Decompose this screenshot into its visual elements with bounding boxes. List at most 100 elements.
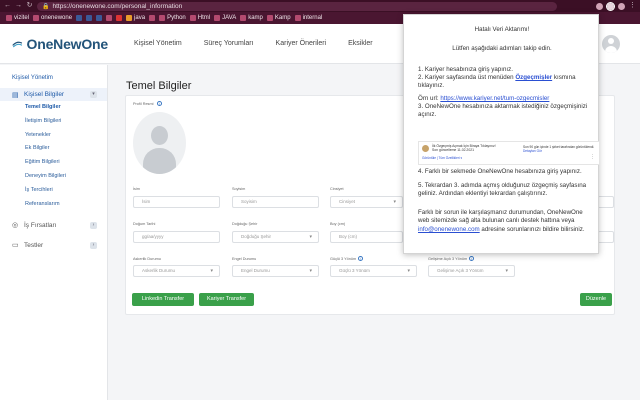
bookmark[interactable]: Python bbox=[159, 15, 186, 21]
weakness3-select[interactable]: Gelişime Açık 3 Yönüm bbox=[428, 265, 515, 277]
disability-label: Engel Durumu bbox=[232, 257, 257, 261]
sidebar-group-testler[interactable]: ▭ Testler › bbox=[0, 239, 107, 251]
photo-label: Profil Resmi bbox=[133, 102, 154, 106]
height-label: Boy (cm) bbox=[330, 222, 346, 226]
popup-step-5: 5. Tekrardan 3. adımda açmış olduğunuz ö… bbox=[418, 182, 587, 198]
back-icon[interactable]: ← bbox=[4, 2, 11, 10]
onenewone-extension-icon[interactable] bbox=[606, 1, 615, 11]
facebook-icon bbox=[86, 15, 93, 21]
height-field[interactable]: Boy (cm) bbox=[330, 231, 403, 243]
bookmark-icon bbox=[33, 15, 40, 21]
surname-field[interactable]: Soyisim bbox=[232, 196, 319, 208]
info-icon[interactable]: i bbox=[157, 101, 162, 106]
popup-step-3: 3. OneNewOne hesabınıza aktarmak istediğ… bbox=[418, 103, 588, 119]
disability-select[interactable]: Engel Durumu bbox=[232, 265, 319, 277]
sidebar-item-egitim-bilgileri[interactable]: Eğitim Bilgileri bbox=[0, 156, 107, 170]
military-select[interactable]: Askerlik Durumu bbox=[133, 265, 220, 277]
popup-step-4: 4. Farklı bir sekmede OneNewOne hesabını… bbox=[418, 168, 582, 175]
sidebar-group-is-firsatlari[interactable]: ◎ İş Fırsatları › bbox=[0, 219, 107, 231]
sidebar-item-temel-bilgiler[interactable]: Temel Bilgiler bbox=[0, 101, 107, 115]
bookmark[interactable] bbox=[96, 15, 103, 21]
logo[interactable]: OneNewOne bbox=[0, 36, 108, 52]
chevron-right-icon: › bbox=[90, 241, 97, 249]
folder-icon bbox=[294, 15, 301, 21]
bookmark[interactable]: internal bbox=[294, 15, 322, 21]
sidebar-item-ek-bilgiler[interactable]: Ek Bilgiler bbox=[0, 142, 107, 156]
id-card-icon: ▤ bbox=[12, 91, 19, 99]
bookmark[interactable] bbox=[86, 15, 93, 21]
sidebar-group-kisisel-bilgiler[interactable]: ▤ Kişisel Bilgiler ▾ bbox=[0, 88, 107, 101]
bookmark[interactable]: onenewone bbox=[33, 15, 72, 21]
support-email-link[interactable]: info@onenewone.com bbox=[418, 226, 480, 233]
thumb-links: Görüntüle | Tüm Özellikleri ▾ bbox=[422, 156, 463, 160]
reload-icon[interactable]: ↻ bbox=[26, 2, 33, 10]
sidebar-item-yetenekler[interactable]: Yetenekler bbox=[0, 129, 107, 143]
page-title: Temel Bilgiler bbox=[126, 80, 192, 92]
folder-icon bbox=[266, 15, 273, 21]
bookmark[interactable] bbox=[76, 15, 83, 21]
linkedin-transfer-button[interactable]: Linkedin Transfer bbox=[132, 293, 194, 306]
extension-icon[interactable] bbox=[596, 2, 603, 10]
field-edge bbox=[598, 196, 614, 208]
bookmark[interactable]: Html bbox=[189, 15, 210, 21]
example-url-link[interactable]: https://www.kariyer.net/tum-ozgecmisler bbox=[440, 95, 549, 102]
kariyer-transfer-button[interactable]: Kariyer Transfer bbox=[199, 293, 254, 306]
address-bar[interactable]: 🔒 https://onenewone.com/personal_informa… bbox=[37, 1, 557, 11]
extension-popup: Hatalı Veri Aktarımı! Lütfen aşağıdaki a… bbox=[403, 14, 600, 254]
strength3-select[interactable]: Güçlü 3 Yönüm bbox=[330, 265, 417, 277]
bookmark[interactable]: java bbox=[126, 15, 145, 21]
nav-kisisel-yonetim[interactable]: Kişisel Yönetim bbox=[134, 40, 182, 47]
avatar[interactable] bbox=[602, 35, 620, 53]
instagram-icon bbox=[106, 15, 113, 21]
nav-kariyer-onerileri[interactable]: Kariyer Önerileri bbox=[276, 40, 327, 47]
main-nav: Kişisel Yönetim Süreç Yorumları Kariyer … bbox=[108, 40, 373, 47]
youtube-icon bbox=[116, 15, 123, 21]
thumb-right: Son 90 gün içinde 1 şirket tarafından gö… bbox=[523, 145, 595, 154]
birthplace-select[interactable]: Doğduğu Şehir bbox=[232, 231, 319, 243]
bookmark[interactable] bbox=[149, 15, 156, 21]
sidebar-item-iletisim-bilgileri[interactable]: İletişim Bilgileri bbox=[0, 115, 107, 129]
bookmark[interactable]: vizitel bbox=[6, 15, 29, 21]
bookmark[interactable] bbox=[106, 15, 113, 21]
folder-icon bbox=[126, 15, 133, 21]
military-label: Askerlik Durumu bbox=[133, 257, 161, 261]
ozgecmisler-link[interactable]: Özgeçmişler bbox=[515, 74, 552, 81]
edit-button[interactable]: Düzenle bbox=[580, 293, 612, 306]
nav-surec-yorumlari[interactable]: Süreç Yorumları bbox=[204, 40, 254, 47]
profile-icon[interactable] bbox=[618, 2, 625, 10]
gender-label: Cinsiyet bbox=[330, 187, 344, 191]
user-silhouette-icon bbox=[151, 126, 168, 145]
birthdate-field[interactable]: gg/aa/yyyy bbox=[133, 231, 220, 243]
name-label: İsim bbox=[133, 187, 140, 191]
gender-select[interactable]: Cinsiyet bbox=[330, 196, 403, 208]
bookmark[interactable]: JAVA bbox=[214, 15, 236, 21]
name-field[interactable]: İsim bbox=[133, 196, 220, 208]
bookmark[interactable] bbox=[116, 15, 123, 21]
sidebar: Kişisel Yönetim ▤ Kişisel Bilgiler ▾ Tem… bbox=[0, 65, 108, 400]
popup-step-2: 2. Kariyer sayfasında üst menüden Özgeçm… bbox=[418, 74, 576, 90]
nav-eksikler[interactable]: Eksikler bbox=[348, 40, 373, 47]
menu-icon[interactable]: ⋮ bbox=[629, 2, 636, 10]
info-icon[interactable]: i bbox=[469, 256, 474, 261]
url-text: https://onenewone.com/personal_informati… bbox=[52, 2, 183, 10]
sidebar-item-referanslarim[interactable]: Referanslarım bbox=[0, 198, 107, 212]
profile-photo[interactable] bbox=[133, 112, 186, 174]
sidebar-item-is-tercihleri[interactable]: İş Tercihleri bbox=[0, 184, 107, 198]
popup-help: Farklı bir sorun ile karşılaşmanız durum… bbox=[418, 209, 585, 233]
browser-toolbar: ← → ↻ 🔒 https://onenewone.com/personal_i… bbox=[0, 0, 640, 12]
thumb-text: İlk Özgeçmiş Açmak İçin Biraya Tıklayını… bbox=[432, 144, 496, 153]
example-screenshot: İlk Özgeçmiş Açmak İçin Biraya Tıklayını… bbox=[418, 141, 600, 165]
bookmark[interactable]: Kamp bbox=[266, 15, 291, 21]
folder-icon bbox=[189, 15, 196, 21]
strength3-label: Güçlü 3 Yönüm bbox=[330, 257, 357, 261]
field-edge bbox=[598, 231, 614, 243]
profile-thumbnail bbox=[422, 145, 429, 152]
bookmark[interactable]: kamp bbox=[240, 15, 263, 21]
birthdate-label: Doğum Tarihi bbox=[133, 222, 156, 226]
sidebar-item-deneyim-bilgileri[interactable]: Deneyim Bilgileri bbox=[0, 170, 107, 184]
logo-text: OneNewOne bbox=[26, 35, 109, 52]
forward-icon[interactable]: → bbox=[15, 2, 22, 10]
sidebar-section-title: Kişisel Yönetim bbox=[12, 75, 53, 81]
info-icon[interactable]: i bbox=[358, 256, 363, 261]
more-icon: ⋮ bbox=[590, 154, 595, 160]
